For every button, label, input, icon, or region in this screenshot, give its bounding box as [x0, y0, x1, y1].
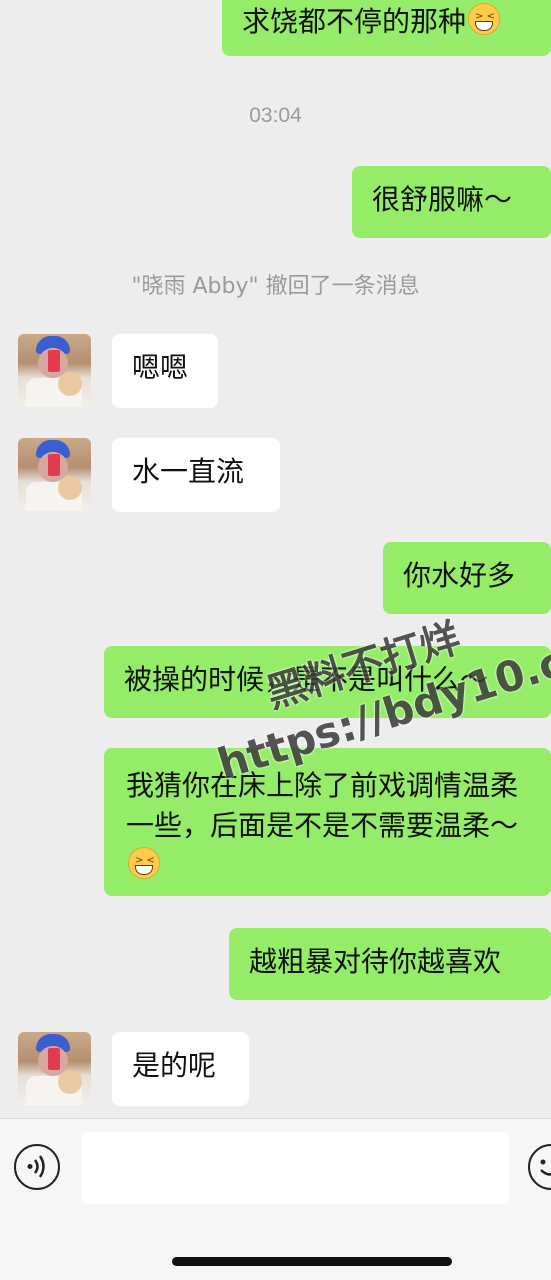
home-indicator[interactable]	[172, 1257, 452, 1266]
chat-screen: 求饶都不停的那种 > < 03:04 很舒服嘛～ "晓雨 Abby" 撤回了一条消…	[0, 0, 551, 1280]
message-bubble-outgoing[interactable]: 你水好多	[383, 542, 551, 614]
message-text: 是的呢	[132, 1049, 217, 1082]
message-bubble-incoming[interactable]: 嗯嗯	[112, 334, 218, 408]
contact-avatar[interactable]	[18, 438, 91, 511]
message-bubble-outgoing[interactable]: 求饶都不停的那种 > <	[222, 0, 551, 56]
message-text: 你水好多	[403, 559, 516, 592]
recall-notice: "晓雨 Abby" 撤回了一条消息	[131, 274, 420, 299]
grinning-squinting-face-icon: > <	[128, 847, 160, 879]
message-bubble-incoming[interactable]: 水一直流	[112, 438, 280, 512]
grinning-squinting-face-icon: > <	[468, 3, 501, 35]
contact-avatar[interactable]	[18, 1032, 91, 1105]
message-text: 很舒服嘛～	[372, 183, 513, 216]
chat-timestamp: 03:04	[249, 104, 302, 127]
message-text: 我猜你在床上除了前戏调情温柔一些，后面是不是不需要温柔～	[126, 769, 519, 842]
message-text: 嗯嗯	[132, 351, 189, 384]
message-bubble-incoming[interactable]: 是的呢	[112, 1032, 249, 1106]
message-text: 水一直流	[132, 455, 245, 488]
voice-icon[interactable]	[14, 1144, 60, 1190]
message-text: 求饶都不停的那种	[242, 5, 467, 38]
message-bubble-outgoing[interactable]: 我猜你在床上除了前戏调情温柔一些，后面是不是不需要温柔～ > <	[104, 748, 551, 896]
emoji-icon[interactable]	[528, 1144, 551, 1190]
message-input[interactable]	[82, 1132, 509, 1204]
message-bubble-outgoing[interactable]: 越粗暴对待你越喜欢	[229, 928, 551, 1000]
message-text: 越粗暴对待你越喜欢	[249, 945, 502, 978]
contact-avatar[interactable]	[18, 334, 91, 407]
message-bubble-outgoing[interactable]: 很舒服嘛～	[352, 166, 551, 238]
